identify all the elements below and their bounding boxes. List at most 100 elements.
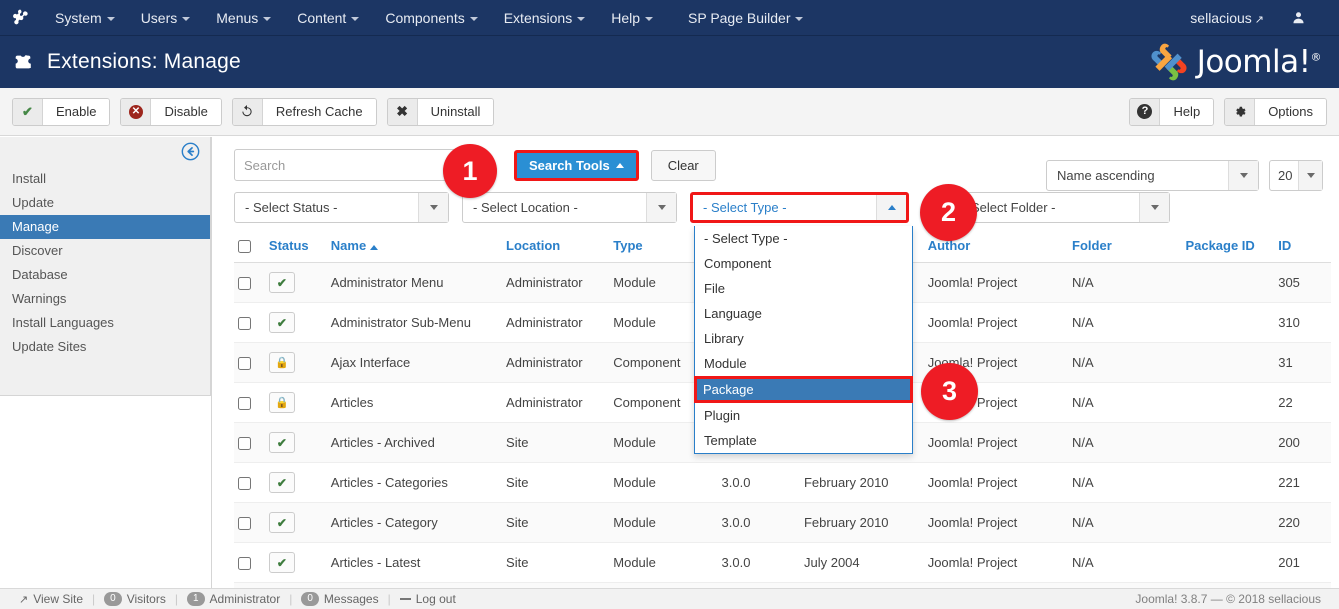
type-option-file[interactable]: File — [695, 276, 912, 301]
row-status-cell[interactable]: ✔ — [264, 262, 327, 304]
type-option-library[interactable]: Library — [695, 326, 912, 351]
menu-system[interactable]: System — [42, 0, 128, 36]
logout-link[interactable]: Log out — [391, 592, 465, 606]
type-option-package[interactable]: Package — [694, 376, 913, 403]
uninstall-button[interactable]: ✖ Uninstall — [386, 97, 495, 126]
search-tools-button[interactable]: Search Tools — [514, 149, 639, 181]
row-checkbox[interactable] — [238, 317, 251, 331]
help-button[interactable]: ? Help — [1129, 97, 1215, 126]
sidebar-item-label: Update — [12, 195, 54, 210]
row-select-cell[interactable] — [234, 342, 265, 384]
options-button[interactable]: Options — [1224, 97, 1327, 126]
row-checkbox[interactable] — [238, 357, 251, 371]
row-checkbox[interactable] — [238, 517, 251, 531]
site-name-link[interactable]: sellacious ↗ — [1180, 10, 1274, 26]
select-folder-filter[interactable]: - Select Folder - — [952, 192, 1170, 223]
row-checkbox[interactable] — [238, 437, 251, 451]
arrow-left-circle-icon[interactable] — [181, 142, 200, 161]
visitors-status[interactable]: 0 Visitors — [95, 592, 175, 606]
row-name-cell[interactable]: Articles - Latest — [326, 542, 503, 584]
select-all-checkbox[interactable] — [238, 240, 251, 254]
status-enabled-icon[interactable]: ✔ — [268, 432, 295, 454]
select-status-filter[interactable]: - Select Status - — [234, 192, 449, 223]
column-header-name-label: Name — [330, 238, 367, 254]
column-header-name[interactable]: Name — [326, 232, 503, 264]
menu-extensions[interactable]: Extensions — [491, 0, 598, 36]
status-enabled-icon[interactable]: ✔ — [268, 472, 295, 494]
menu-menus[interactable]: Menus — [203, 0, 284, 36]
enable-button[interactable]: ✔ Enable — [12, 97, 111, 126]
menu-components[interactable]: Components — [372, 0, 490, 36]
row-name-cell[interactable]: Administrator Sub-Menu — [326, 302, 503, 344]
type-option-module[interactable]: Module — [695, 351, 912, 376]
sidebar-item-update-sites[interactable]: Update Sites — [0, 335, 210, 359]
sidebar-item-manage[interactable]: Manage — [0, 215, 210, 239]
type-option-plugin[interactable]: Plugin — [695, 403, 912, 428]
type-option-component[interactable]: Component — [695, 251, 912, 276]
row-select-cell[interactable] — [234, 422, 265, 464]
type-option-label: - Select Type - — [704, 231, 788, 246]
row-status-cell[interactable]: ✔ — [264, 542, 327, 584]
sort-order-select[interactable]: Name ascending — [1046, 160, 1259, 191]
row-name-cell[interactable]: Articles — [326, 382, 503, 424]
joomla-brand-icon[interactable] — [0, 0, 42, 36]
select-location-filter[interactable]: - Select Location - — [462, 192, 677, 223]
row-name-cell[interactable]: Articles - Categories — [326, 462, 503, 504]
row-location-cell: Site — [502, 542, 610, 584]
row-checkbox[interactable] — [238, 557, 251, 571]
user-menu[interactable] — [1274, 11, 1325, 24]
menu-content[interactable]: Content — [284, 0, 372, 36]
column-header-status[interactable]: Status — [264, 232, 327, 264]
sidebar-item-warnings[interactable]: Warnings — [0, 287, 210, 311]
column-header-id[interactable]: ID — [1274, 232, 1331, 264]
status-enabled-icon[interactable]: ✔ — [268, 312, 295, 334]
row-status-cell[interactable]: ✔ — [264, 502, 327, 544]
select-type-dropdown-list[interactable]: - Select Type - Component File Language … — [694, 226, 913, 454]
sidebar-item-discover[interactable]: Discover — [0, 239, 210, 263]
list-limit-select[interactable]: 20 — [1269, 160, 1323, 191]
row-status-cell[interactable]: ✔ — [264, 422, 327, 464]
row-select-cell[interactable] — [234, 262, 265, 304]
select-all-header[interactable] — [234, 232, 265, 264]
menu-users[interactable]: Users — [128, 0, 204, 36]
messages-status[interactable]: 0 Messages — [292, 592, 387, 606]
clear-button[interactable]: Clear — [650, 149, 716, 181]
refresh-cache-button[interactable]: Refresh Cache — [231, 97, 377, 126]
sidebar-item-database[interactable]: Database — [0, 263, 210, 287]
column-header-folder[interactable]: Folder — [1068, 232, 1182, 264]
select-type-filter[interactable]: - Select Type - — [690, 192, 909, 223]
row-status-cell[interactable]: ✔ — [264, 302, 327, 344]
sidebar-item-update[interactable]: Update — [0, 191, 210, 215]
row-checkbox[interactable] — [238, 477, 251, 491]
menu-sp-page-builder[interactable]: SP Page Builder — [666, 0, 816, 36]
row-name-cell[interactable]: Administrator Menu — [326, 262, 503, 304]
status-enabled-icon[interactable]: ✔ — [268, 552, 295, 574]
type-option-language[interactable]: Language — [695, 301, 912, 326]
column-header-package-id[interactable]: Package ID — [1181, 232, 1275, 264]
row-name-cell[interactable]: Ajax Interface — [326, 342, 503, 384]
select-location-value: - Select Location - — [473, 200, 578, 215]
row-select-cell[interactable] — [234, 502, 265, 544]
status-enabled-icon[interactable]: ✔ — [268, 512, 295, 534]
search-input[interactable] — [234, 149, 462, 181]
row-select-cell[interactable] — [234, 542, 265, 584]
view-site-link[interactable]: ↗ View Site — [10, 592, 92, 606]
status-enabled-icon[interactable]: ✔ — [268, 272, 295, 294]
type-option-select-type[interactable]: - Select Type - — [695, 226, 912, 251]
row-select-cell[interactable] — [234, 462, 265, 504]
row-select-cell[interactable] — [234, 382, 265, 424]
row-checkbox[interactable] — [238, 277, 251, 291]
column-header-location[interactable]: Location — [502, 232, 610, 264]
row-select-cell[interactable] — [234, 302, 265, 344]
type-option-template[interactable]: Template — [695, 428, 912, 453]
menu-help[interactable]: Help — [598, 0, 666, 36]
row-name-cell[interactable]: Articles - Category — [326, 502, 503, 544]
administrator-status[interactable]: 1 Administrator — [178, 592, 289, 606]
row-checkbox[interactable] — [238, 397, 251, 411]
row-date-cell: February 2010 — [799, 462, 924, 504]
sidebar-item-install-languages[interactable]: Install Languages — [0, 311, 210, 335]
row-name-cell[interactable]: Articles - Archived — [326, 422, 503, 464]
sidebar-item-install[interactable]: Install — [0, 167, 210, 191]
disable-button[interactable]: ✕ Disable — [120, 97, 222, 126]
row-status-cell[interactable]: ✔ — [264, 462, 327, 504]
